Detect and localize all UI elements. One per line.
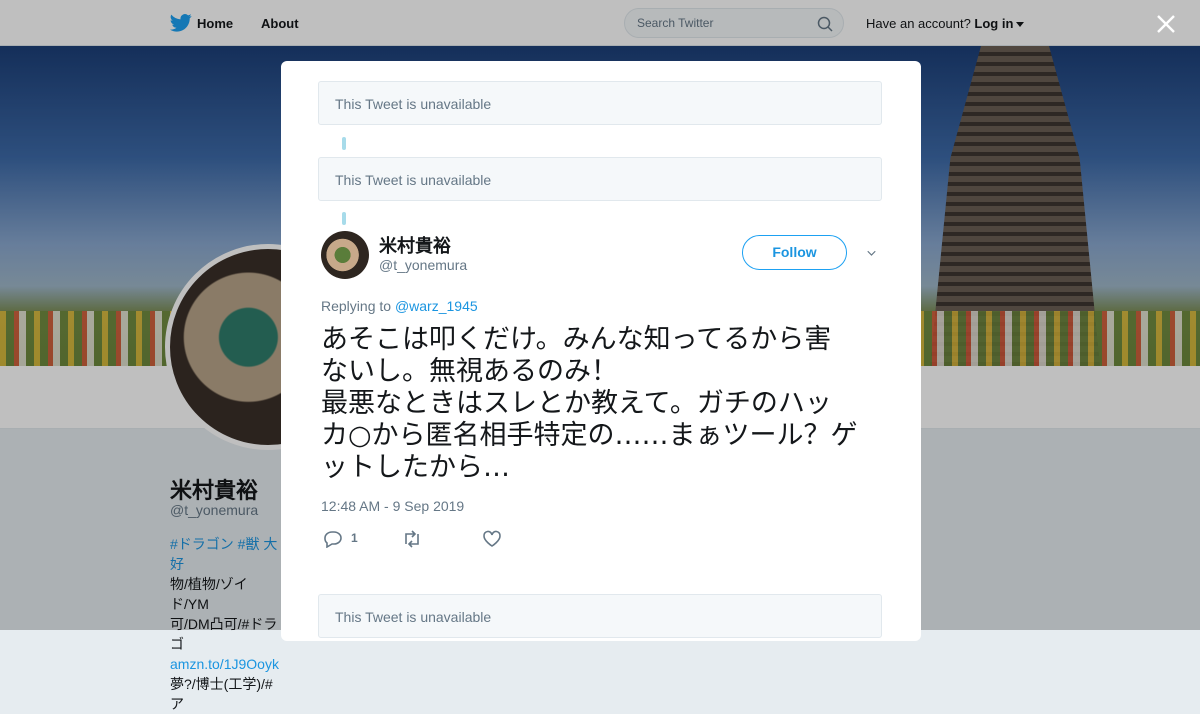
replying-to: Replying to @warz_1945	[321, 298, 478, 314]
chevron-down-icon[interactable]	[867, 249, 876, 258]
mention-link[interactable]: @warz_1945	[395, 298, 478, 314]
unavailable-tweet: This Tweet is unavailable	[318, 594, 882, 638]
like-heart-icon[interactable]	[482, 530, 502, 548]
retweet-icon[interactable]	[402, 530, 422, 548]
unavailable-tweet: This Tweet is unavailable	[318, 81, 882, 125]
tweet-text: あそこは叩くだけ。みんな知ってるから害 ないし。無視あるのみ！ 最悪なときはスレ…	[321, 324, 858, 483]
bio-link[interactable]: amzn.to/1J9Ooyk	[170, 654, 280, 674]
replying-prefix: Replying to	[321, 298, 392, 314]
tweet-modal: This Tweet is unavailable This Tweet is …	[281, 61, 921, 641]
author-handle[interactable]: @t_yonemura	[379, 257, 467, 273]
reply-icon[interactable]	[323, 530, 343, 548]
author-avatar[interactable]	[321, 231, 369, 279]
tweet-timestamp[interactable]: 12:48 AM - 9 Sep 2019	[321, 498, 464, 514]
bio-line: 夢?/博士(工学)/#ア	[170, 676, 273, 712]
thread-connector	[342, 137, 346, 150]
close-icon[interactable]	[1154, 12, 1178, 36]
unavailable-tweet: This Tweet is unavailable	[318, 157, 882, 201]
thread-connector	[342, 212, 346, 225]
follow-button[interactable]: Follow	[742, 235, 847, 270]
author-name[interactable]: 米村貴裕	[379, 232, 451, 258]
reply-count: 1	[351, 531, 358, 545]
